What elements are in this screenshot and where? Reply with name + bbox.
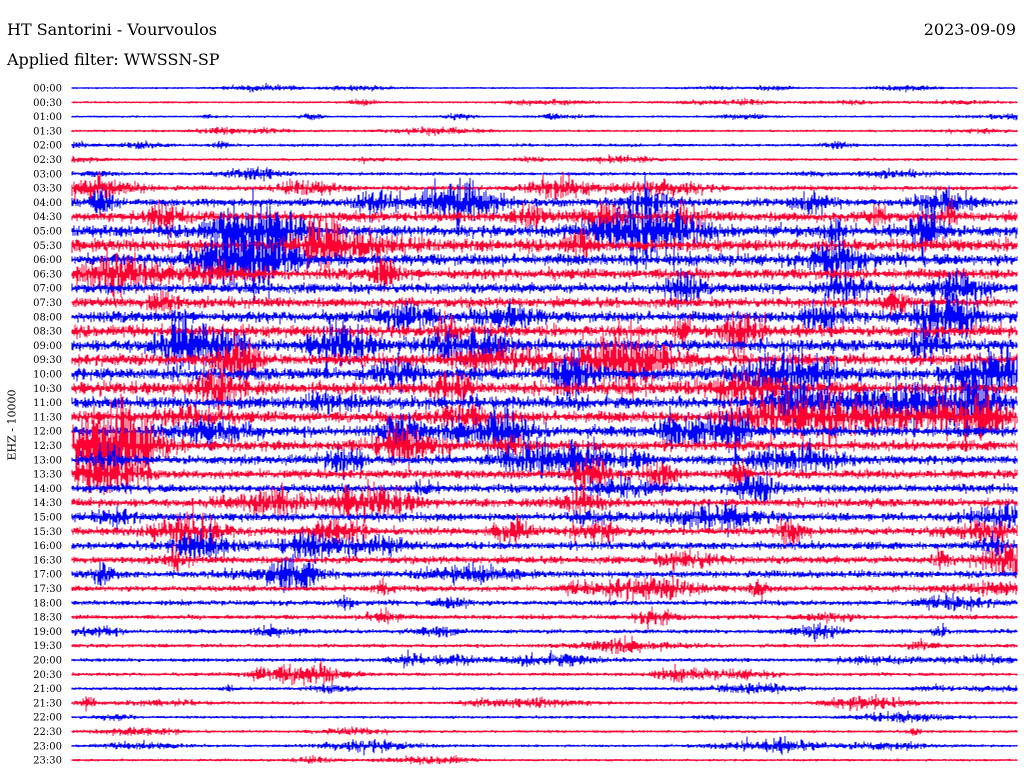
row-time-label: 06:00 — [33, 255, 62, 266]
row-time-label: 03:00 — [33, 169, 62, 180]
row-label-group: 00:00 00:30 01:00 01:30 02:00 02:30 03:00 03:30… — [33, 84, 62, 767]
trace-row — [71, 592, 1018, 612]
trace-row — [71, 154, 1018, 165]
trace-row — [71, 606, 1018, 630]
trace-row — [71, 622, 1018, 642]
row-time-label: 19:30 — [33, 641, 62, 652]
trace-row — [71, 649, 1018, 669]
row-time-label: 02:00 — [33, 141, 62, 152]
trace-row — [71, 682, 1018, 695]
channel-axis-label: EHZ - 10000 — [5, 389, 19, 461]
row-time-label: 20:00 — [33, 656, 62, 667]
row-time-label: 14:00 — [33, 484, 62, 495]
row-time-label: 01:00 — [33, 112, 62, 123]
row-time-label: 10:00 — [33, 370, 62, 381]
trace-row — [71, 166, 1018, 182]
row-time-label: 17:00 — [33, 570, 62, 581]
row-time-label: 18:00 — [33, 598, 62, 609]
row-time-label: 13:00 — [33, 455, 62, 466]
row-time-label: 16:00 — [33, 541, 62, 552]
row-time-label: 17:30 — [33, 584, 62, 595]
row-time-label: 03:30 — [33, 184, 62, 195]
row-time-label: 10:30 — [33, 384, 62, 395]
trace-row — [71, 726, 1018, 736]
row-time-label: 08:00 — [33, 312, 62, 323]
trace-row — [71, 755, 1018, 765]
trace-row — [71, 126, 1018, 137]
row-time-label: 22:30 — [33, 727, 62, 738]
row-time-label: 00:30 — [33, 98, 62, 109]
row-time-label: 05:30 — [33, 241, 62, 252]
helicorder-plot: 00:00 00:30 01:00 01:30 02:00 02:30 03:00 03:30… — [33, 82, 1018, 767]
row-time-label: 15:00 — [33, 513, 62, 524]
row-time-label: 06:30 — [33, 269, 62, 280]
row-time-label: 04:00 — [33, 198, 62, 209]
row-time-label: 16:30 — [33, 555, 62, 566]
row-time-label: 12:30 — [33, 441, 62, 452]
row-time-label: 23:00 — [33, 741, 62, 752]
trace-row — [71, 82, 1018, 93]
trace-row — [71, 736, 1018, 756]
row-time-label: 04:30 — [33, 212, 62, 223]
row-time-label: 01:30 — [33, 126, 62, 137]
station-title: HT Santorini - Vourvoulos — [7, 20, 217, 39]
row-time-label: 15:30 — [33, 527, 62, 538]
row-time-label: 00:00 — [33, 84, 62, 95]
row-time-label: 21:00 — [33, 684, 62, 695]
trace-row — [71, 113, 1018, 121]
row-time-label: 07:30 — [33, 298, 62, 309]
row-time-label: 02:30 — [33, 155, 62, 166]
trace-row — [71, 97, 1018, 107]
row-time-label: 12:00 — [33, 427, 62, 438]
row-time-label: 23:30 — [33, 756, 62, 767]
trace-row — [71, 694, 1018, 712]
row-time-label: 11:00 — [33, 398, 62, 409]
row-time-label: 09:30 — [33, 355, 62, 366]
row-time-label: 19:00 — [33, 627, 62, 638]
row-time-label: 18:30 — [33, 613, 62, 624]
row-time-label: 22:00 — [33, 713, 62, 724]
trace-row — [71, 710, 1018, 724]
row-time-label: 07:00 — [33, 284, 62, 295]
row-time-label: 09:00 — [33, 341, 62, 352]
row-time-label: 20:30 — [33, 670, 62, 681]
row-time-label: 21:30 — [33, 698, 62, 709]
date-label: 2023-09-09 — [923, 20, 1016, 39]
filter-label: Applied filter: WWSSN-SP — [7, 50, 220, 69]
trace-row — [71, 635, 1018, 654]
row-time-label: 13:30 — [33, 470, 62, 481]
row-time-label: 14:30 — [33, 498, 62, 509]
row-time-label: 11:30 — [33, 412, 62, 423]
row-time-label: 08:30 — [33, 327, 62, 338]
trace-row — [71, 140, 1018, 150]
row-time-label: 05:00 — [33, 227, 62, 238]
trace-row — [71, 574, 1018, 603]
trace-group — [71, 82, 1018, 765]
